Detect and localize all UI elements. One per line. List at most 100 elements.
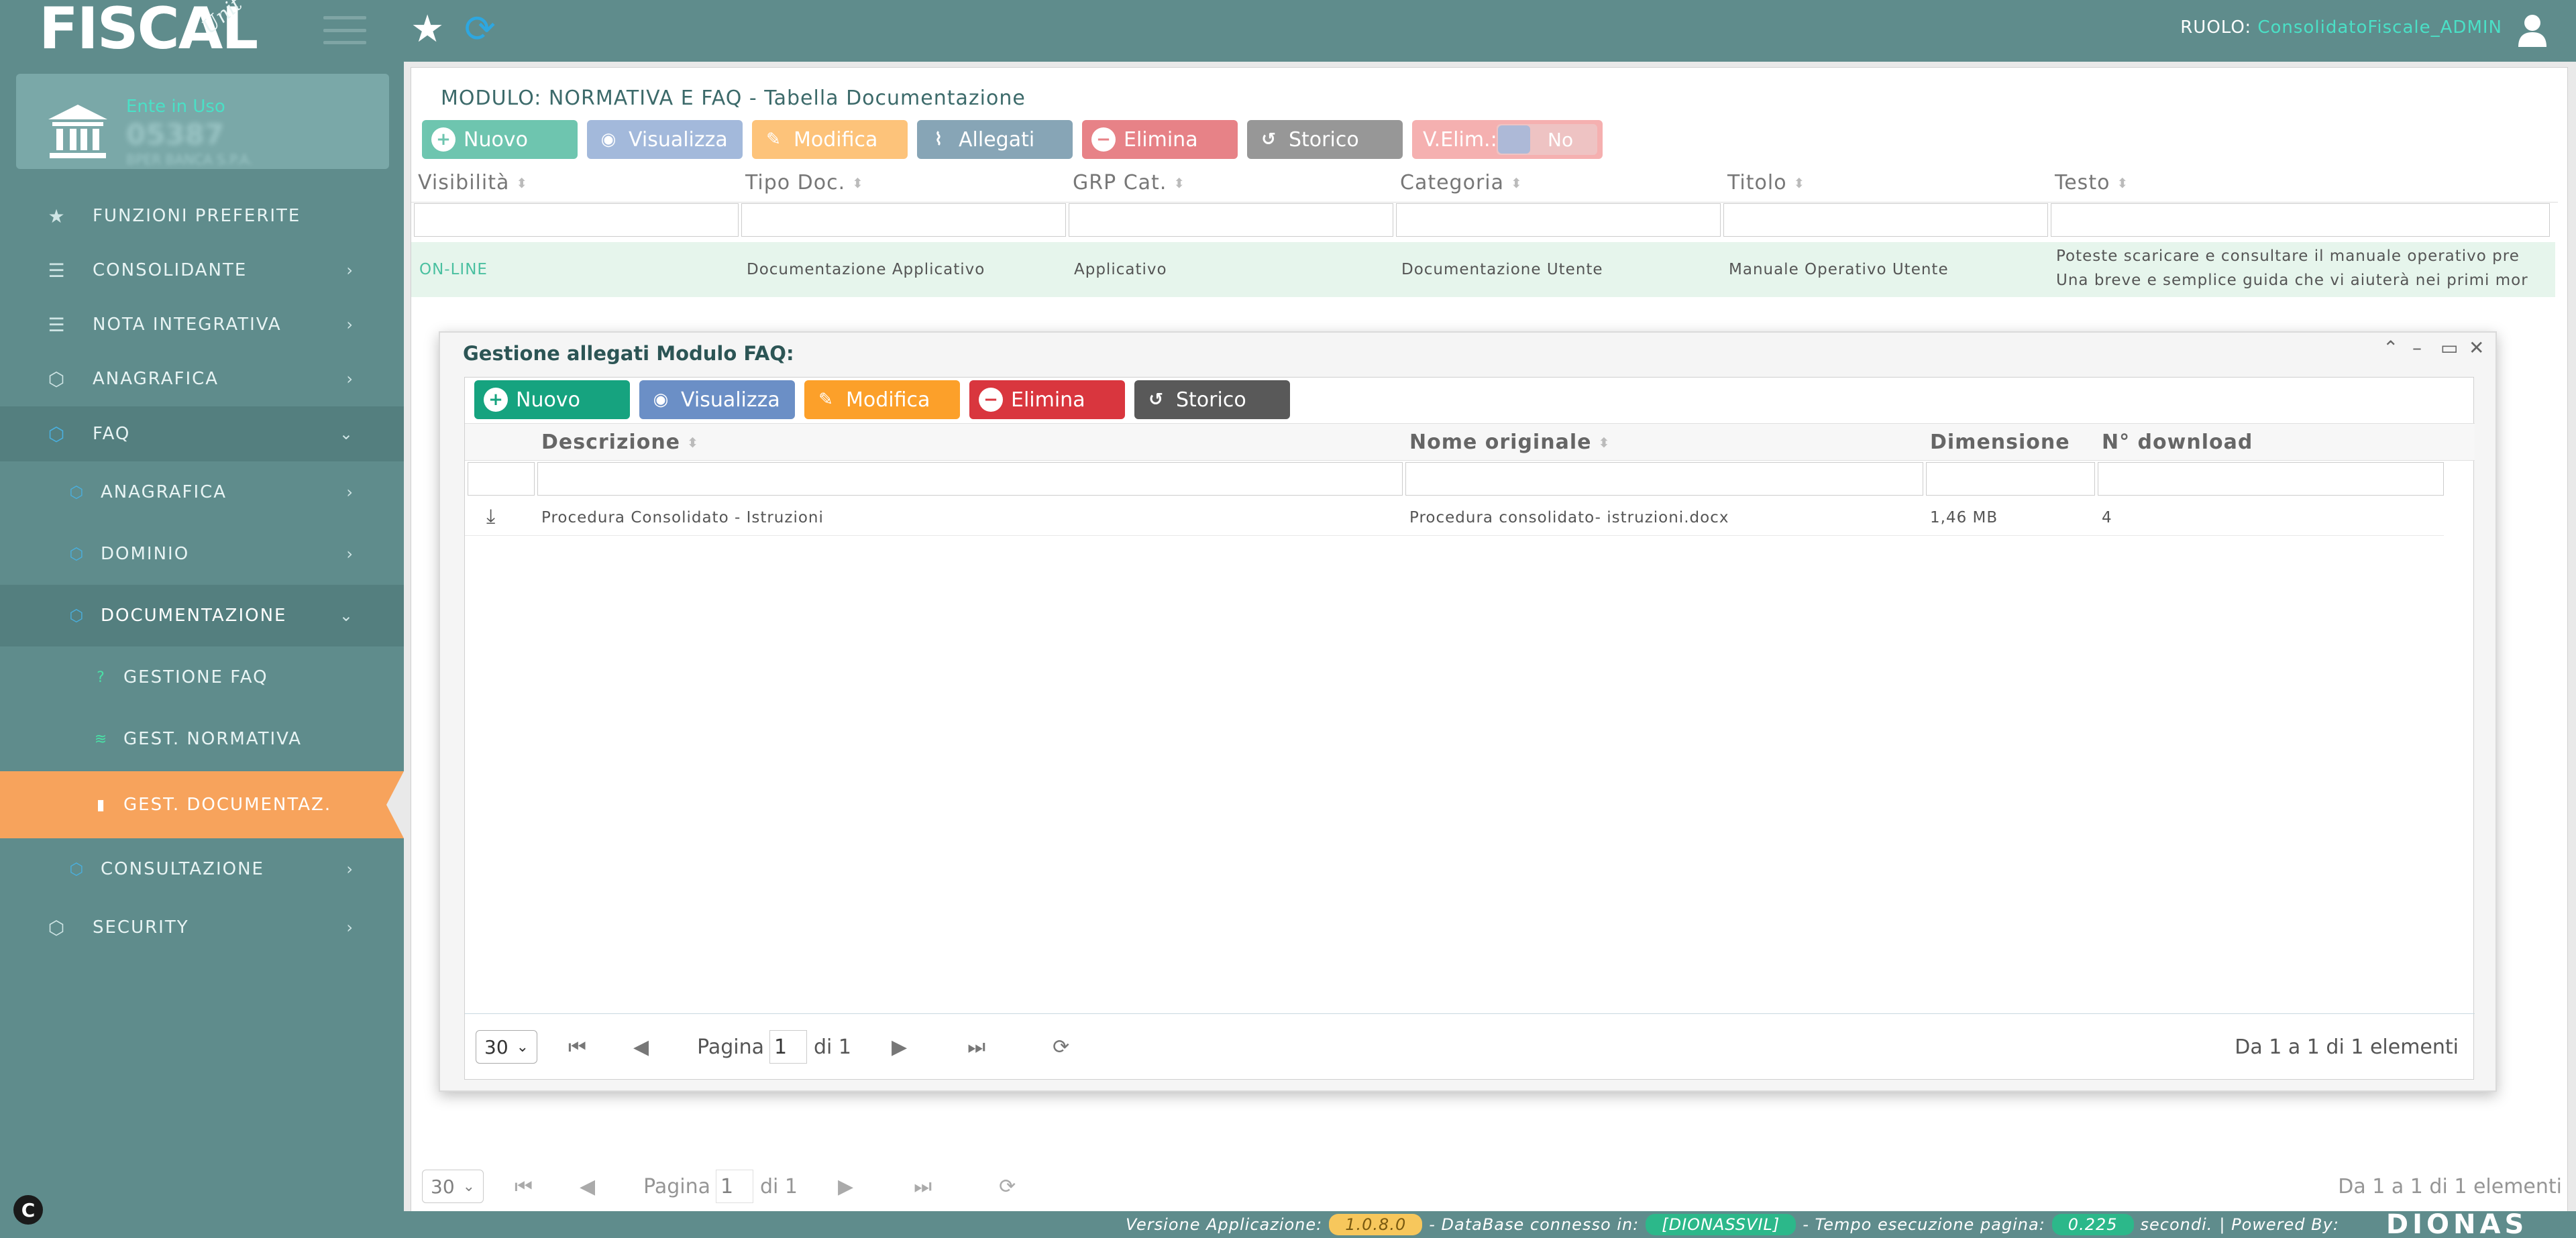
column-header-testo[interactable]: Testo ⬍ bbox=[2055, 171, 2129, 194]
sidebar-subitem-gest-normativa[interactable]: ≋ GEST. NORMATIVA bbox=[0, 708, 404, 770]
chevron-right-icon: › bbox=[346, 315, 354, 334]
sort-icon: ⬍ bbox=[852, 174, 864, 191]
prev-page-icon[interactable]: ◀ bbox=[580, 1175, 595, 1198]
sidebar-item-funzioni-preferite[interactable]: ★ FUNZIONI PREFERITE bbox=[0, 189, 404, 243]
prev-page-icon[interactable]: ◀ bbox=[633, 1035, 649, 1059]
page-size-select[interactable]: 30 ⌄ bbox=[476, 1030, 537, 1064]
maximize-icon[interactable]: ▭ bbox=[2440, 337, 2458, 359]
user-icon[interactable] bbox=[2517, 13, 2548, 47]
version-value: 1.0.8.0 bbox=[1329, 1214, 1423, 1235]
eye-icon: ◉ bbox=[653, 390, 669, 410]
filter-input-categoria[interactable] bbox=[1396, 203, 1721, 237]
cube-icon: ⬡ bbox=[69, 606, 85, 625]
star-icon[interactable]: ★ bbox=[411, 9, 444, 50]
dialog-title: Gestione allegati Modulo FAQ: bbox=[463, 342, 794, 365]
column-header-tipo-doc[interactable]: Tipo Doc. ⬍ bbox=[745, 171, 864, 194]
dialog-grid-header: Descrizione ⬍ Nome originale ⬍ Dimensione … bbox=[465, 423, 2475, 461]
sidebar-item-label: FAQ bbox=[93, 424, 131, 444]
minimize-icon[interactable]: – bbox=[2412, 337, 2422, 359]
sidebar-item-nota-integrativa[interactable]: ☰ NOTA INTEGRATIVA › bbox=[0, 298, 404, 351]
sort-icon: ⬍ bbox=[687, 434, 699, 451]
table-row[interactable]: ⤓ Procedura Consolidato - Istruzioni Pro… bbox=[465, 498, 2444, 536]
elimina-button[interactable]: − Elimina bbox=[1082, 120, 1238, 159]
column-header-descrizione[interactable]: Descrizione ⬍ bbox=[541, 431, 699, 454]
modifica-button[interactable]: ✎ Modifica bbox=[752, 120, 908, 159]
dialog-storico-button[interactable]: ↺ Storico bbox=[1134, 380, 1290, 419]
column-header-titolo[interactable]: Titolo ⬍ bbox=[1727, 171, 1805, 194]
hamburger-menu-icon[interactable] bbox=[323, 16, 366, 44]
first-page-icon[interactable]: ⏮ bbox=[568, 1035, 586, 1059]
filter-input-n-download[interactable] bbox=[2098, 462, 2444, 496]
sidebar-item-anagrafica[interactable]: ⬡ ANAGRAFICA › bbox=[0, 351, 404, 406]
refresh-icon[interactable]: ⟳ bbox=[464, 9, 496, 50]
sidebar-item-consolidante[interactable]: ☰ CONSOLIDANTE › bbox=[0, 243, 404, 298]
filter-input-visibilita[interactable] bbox=[414, 203, 739, 237]
download-icon[interactable]: ⤓ bbox=[486, 505, 495, 528]
filter-input-dimensione[interactable] bbox=[1926, 462, 2095, 496]
storico-button[interactable]: ↺ Storico bbox=[1247, 120, 1403, 159]
sidebar-item-faq[interactable]: ⬡ FAQ ⌄ bbox=[0, 406, 404, 461]
allegati-button[interactable]: ⌇ Allegati bbox=[917, 120, 1073, 159]
column-header-dimensione[interactable]: Dimensione bbox=[1930, 431, 2070, 454]
chevron-right-icon: › bbox=[346, 483, 354, 502]
divider bbox=[465, 1013, 2475, 1014]
first-page-icon[interactable]: ⏮ bbox=[515, 1175, 533, 1198]
history-icon: ↺ bbox=[1261, 129, 1276, 150]
cube-icon: ⬡ bbox=[69, 860, 85, 879]
collapse-icon[interactable]: ⌃ bbox=[2383, 337, 2398, 359]
v-elim-toggle[interactable]: V.Elim.: No bbox=[1412, 120, 1603, 159]
button-label: Visualizza bbox=[681, 388, 780, 412]
column-header-grp-cat[interactable]: GRP Cat. ⬍ bbox=[1073, 171, 1185, 194]
column-header-visibilita[interactable]: Visibilità ⬍ bbox=[418, 171, 528, 194]
status-footer: Versione Applicazione: 1.0.8.0 - DataBas… bbox=[404, 1209, 2576, 1238]
filter-input-nome-originale[interactable] bbox=[1405, 462, 1923, 496]
filter-input-titolo[interactable] bbox=[1723, 203, 2048, 237]
sidebar-subitem-gestione-faq[interactable]: ? GESTIONE FAQ bbox=[0, 646, 404, 708]
dialog-visualizza-button[interactable]: ◉ Visualizza bbox=[639, 380, 795, 419]
column-header-categoria[interactable]: Categoria ⬍ bbox=[1400, 171, 1523, 194]
sidebar-subitem-consultazione[interactable]: ⬡ CONSULTAZIONE › bbox=[0, 838, 404, 900]
table-row[interactable]: ON-LINE Documentazione Applicativo Appli… bbox=[411, 242, 2555, 297]
filter-input-tipo-doc[interactable] bbox=[741, 203, 1066, 237]
dialog-body: + Nuovo ◉ Visualizza ✎ Modifica − Elimin… bbox=[464, 377, 2475, 1080]
app-logo[interactable]: FISCAL Unit bbox=[39, 0, 258, 59]
sidebar-subitem-dominio[interactable]: ⬡ DOMINIO › bbox=[0, 523, 404, 585]
close-icon[interactable]: ✕ bbox=[2469, 337, 2484, 359]
dialog-nuovo-button[interactable]: + Nuovo bbox=[474, 380, 630, 419]
sidebar-subitem-anagrafica[interactable]: ⬡ ANAGRAFICA › bbox=[0, 461, 404, 523]
sidebar-subitem-documentazione[interactable]: ⬡ DOCUMENTAZIONE ⌄ bbox=[0, 585, 404, 646]
filter-input-descrizione[interactable] bbox=[537, 462, 1403, 496]
next-page-icon[interactable]: ▶ bbox=[892, 1035, 907, 1059]
page-number-input[interactable]: 1 bbox=[769, 1030, 807, 1064]
button-label: Elimina bbox=[1011, 388, 1085, 412]
db-label: - DataBase connesso in: bbox=[1429, 1215, 1640, 1234]
sort-icon: ⬍ bbox=[1793, 174, 1806, 191]
edit-icon: ✎ bbox=[766, 129, 781, 150]
page-size-select[interactable]: 30 ⌄ bbox=[422, 1170, 484, 1203]
cell-dimensione: 1,46 MB bbox=[1930, 509, 1998, 526]
next-page-icon[interactable]: ▶ bbox=[838, 1175, 853, 1198]
refresh-icon[interactable]: ⟳ bbox=[999, 1175, 1016, 1198]
sidebar-item-security[interactable]: ⬡ SECURITY › bbox=[0, 900, 404, 955]
column-header-nome-originale[interactable]: Nome originale ⬍ bbox=[1409, 431, 1610, 454]
sidebar-subitem-gest-documentaz[interactable]: ▮ GEST. DOCUMENTAZ. bbox=[0, 771, 404, 838]
last-page-icon[interactable]: ⏭ bbox=[914, 1175, 932, 1198]
filter-input-testo[interactable] bbox=[2051, 203, 2550, 237]
question-icon: ? bbox=[97, 669, 106, 686]
toggle-switch[interactable]: No bbox=[1497, 124, 1597, 155]
page-number-input[interactable]: 1 bbox=[715, 1170, 753, 1203]
filter-input-grp-cat[interactable] bbox=[1069, 203, 1393, 237]
cell-titolo: Manuale Operativo Utente bbox=[1729, 261, 1949, 278]
last-page-icon[interactable]: ⏭ bbox=[967, 1035, 985, 1059]
dialog-modifica-button[interactable]: ✎ Modifica bbox=[804, 380, 960, 419]
nuovo-button[interactable]: + Nuovo bbox=[422, 120, 578, 159]
column-header-n-download[interactable]: N° download bbox=[2102, 431, 2253, 454]
sort-icon: ⬍ bbox=[1173, 174, 1186, 191]
refresh-icon[interactable]: ⟳ bbox=[1053, 1035, 1069, 1059]
c-logo-icon[interactable]: C bbox=[13, 1195, 43, 1225]
dionas-logo[interactable]: DIONAS bbox=[2386, 1209, 2528, 1238]
dialog-elimina-button[interactable]: − Elimina bbox=[969, 380, 1125, 419]
visualizza-button[interactable]: ◉ Visualizza bbox=[587, 120, 743, 159]
star-icon: ★ bbox=[48, 205, 66, 227]
ente-in-uso-box[interactable]: Ente in Uso 05387 BPER BANCA S.P.A. bbox=[16, 74, 389, 169]
